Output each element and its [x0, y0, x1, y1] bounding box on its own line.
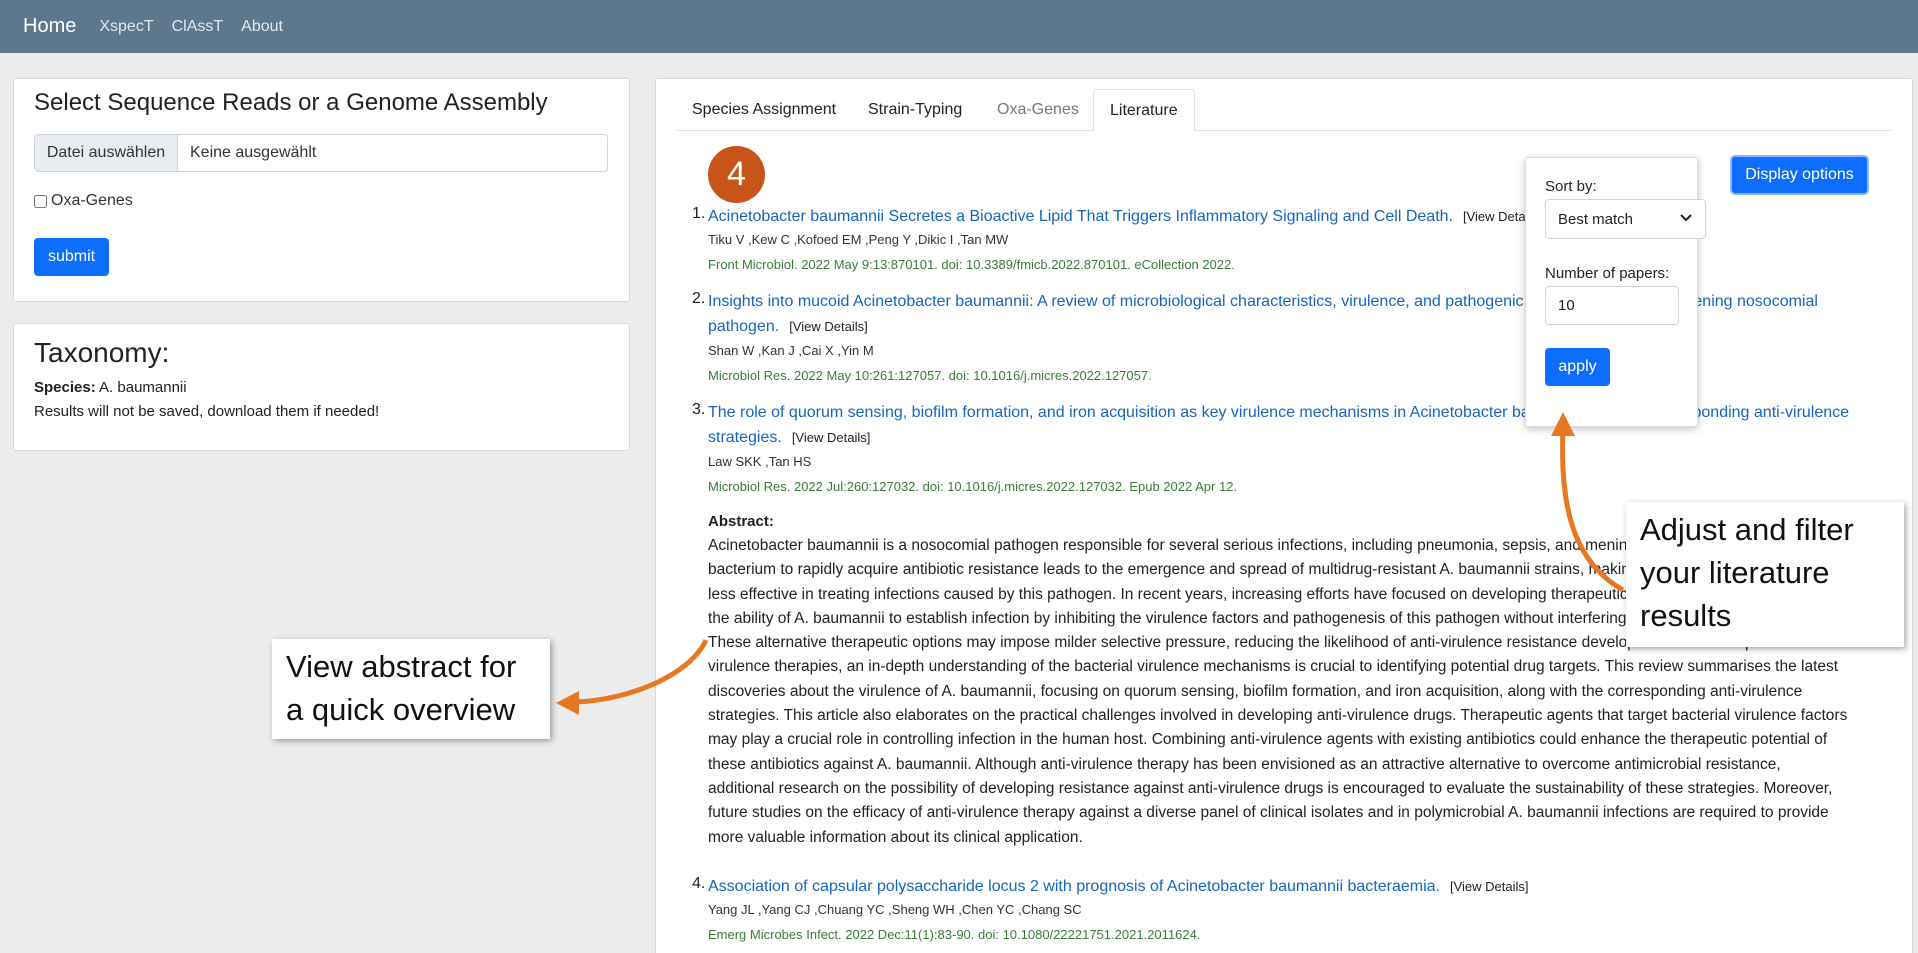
nav-about-link[interactable]: About [241, 18, 283, 36]
paper-journal: Microbiol Res. 2022 Jul:260:127032. doi:… [708, 479, 1238, 494]
number-of-papers-input[interactable] [1545, 286, 1679, 325]
abstract-line: discoveries about the virulence of A. ba… [708, 682, 1803, 700]
abstract-line: more valuable information about its clin… [708, 828, 1083, 846]
abstract-line: strategies. This article also elaborates… [708, 707, 1848, 725]
file-input[interactable]: Datei auswählen Keine ausgewählt [34, 134, 608, 172]
paper-number: 4. [692, 875, 706, 892]
nav-home-link[interactable]: Home [23, 15, 76, 38]
oxa-genes-label: Oxa-Genes [51, 192, 133, 209]
abstract-line: may play a crucial role in controlling i… [708, 731, 1828, 749]
number-of-papers-label: Number of papers: [1545, 265, 1670, 282]
oxa-genes-checkbox[interactable] [34, 194, 47, 208]
paper-title-link[interactable]: Association of capsular polysaccharide l… [708, 878, 1440, 895]
oxa-genes-option[interactable]: Oxa-Genes [34, 192, 133, 210]
paper-title-line: Acinetobacter baumannii Secretes a Bioac… [708, 204, 1542, 229]
results-tabs: Species Assignment Strain-Typing Oxa-Gen… [676, 89, 1892, 132]
file-status-label: Keine ausgewählt [190, 144, 317, 161]
paper-journal: Microbiol Res. 2022 May 10:261:127057. d… [708, 368, 1152, 383]
paper-title-link[interactable]: Acinetobacter baumannii Secretes a Bioac… [708, 208, 1453, 225]
step-badge: 4 [708, 146, 765, 203]
chevron-down-icon [1680, 214, 1692, 222]
paper-authors: Yang JL ,Yang CJ ,Chuang YC ,Sheng WH ,C… [708, 902, 1082, 917]
species-line: Species: A. baumannii [34, 379, 187, 396]
callout-line: Adjust and filter [1640, 512, 1854, 547]
paper-title-line: strategies. [View Details] [708, 425, 870, 450]
paper-authors: Shan W ,Kan J ,Cai X ,Yin M [708, 343, 874, 358]
abstract-line: these antibiotics against A. baumannii. … [708, 755, 1781, 773]
tab-species-assignment[interactable]: Species Assignment [692, 89, 836, 131]
abstract-heading: Abstract: [708, 513, 774, 530]
paper-journal: Front Microbiol. 2022 May 9:13:870101. d… [708, 257, 1235, 272]
species-value: A. baumannii [99, 379, 187, 396]
display-options-button[interactable]: Display options [1730, 155, 1869, 195]
sort-by-value: Best match [1558, 210, 1634, 228]
paper-number: 1. [692, 205, 706, 222]
abstract-line: additional research on the possibility o… [708, 779, 1833, 797]
callout-line: results [1640, 598, 1732, 633]
abstract-line: future studies on the efficacy of anti-v… [708, 804, 1829, 822]
tab-strain-typing[interactable]: Strain-Typing [868, 89, 962, 131]
paper-number: 3. [692, 401, 706, 418]
taxonomy-title: Taxonomy: [34, 337, 170, 368]
results-note: Results will not be saved, download them… [34, 403, 380, 420]
submit-button[interactable]: submit [34, 238, 109, 276]
callout-abstract: View abstract for a quick overview [272, 639, 550, 739]
paper-title-link[interactable]: pathogen. [708, 318, 779, 335]
sort-by-label: Sort by: [1545, 178, 1597, 195]
paper-journal: Emerg Microbes Infect. 2022 Dec:11(1):83… [708, 927, 1201, 942]
apply-button[interactable]: apply [1545, 348, 1610, 386]
paper-authors: Tiku V ,Kew C ,Kofoed EM ,Peng Y ,Dikic … [708, 232, 1009, 247]
view-details-link[interactable]: [View Details] [792, 430, 871, 445]
view-details-link[interactable]: [View Details] [789, 319, 868, 334]
paper-number: 2. [692, 290, 706, 307]
callout-line: View abstract for [286, 649, 517, 684]
paper-title-line: Association of capsular polysaccharide l… [708, 874, 1528, 899]
callout-line: your literature [1640, 555, 1830, 590]
callout-filter: Adjust and filter your literature result… [1626, 502, 1904, 647]
arrowhead-left-callout [556, 691, 579, 715]
tab-oxa-genes[interactable]: Oxa-Genes [997, 89, 1079, 131]
nav-classt-link[interactable]: ClAssT [172, 18, 224, 36]
paper-title-line: pathogen. [View Details] [708, 314, 868, 339]
select-card-title: Select Sequence Reads or a Genome Assemb… [34, 89, 548, 116]
view-details-link[interactable]: [View Details] [1450, 879, 1529, 894]
paper-authors: Law SKK ,Tan HS [708, 454, 812, 469]
paper-title-link[interactable]: strategies. [708, 429, 782, 446]
navbar: Home XspecT ClAssT About [0, 0, 1918, 53]
abstract-line: virulence therapies, an in-depth underst… [708, 658, 1839, 676]
tab-literature[interactable]: Literature [1093, 89, 1195, 132]
callout-line: a quick overview [286, 692, 516, 727]
nav-xspect-link[interactable]: XspecT [99, 18, 153, 36]
species-label: Species: [34, 379, 96, 396]
choose-file-button[interactable]: Datei auswählen [35, 135, 178, 171]
sort-by-select[interactable]: Best match [1545, 199, 1706, 239]
